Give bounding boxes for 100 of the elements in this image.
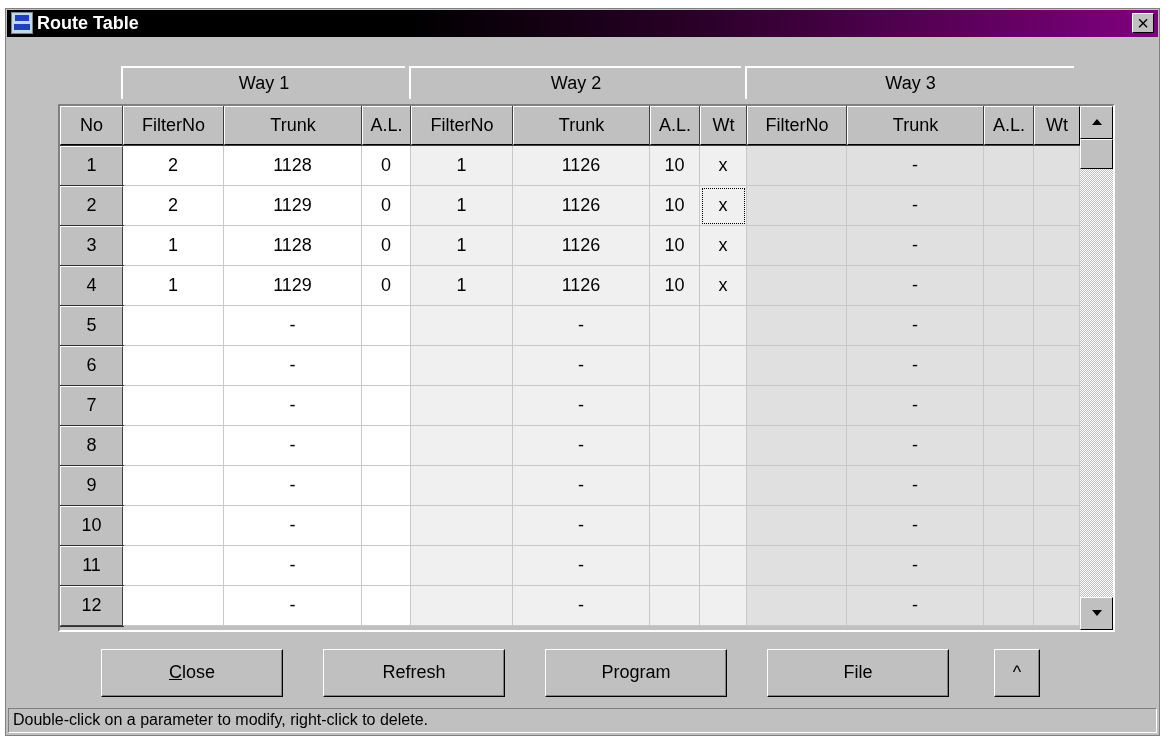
table-cell: 0: [362, 185, 411, 226]
row-header[interactable]: 9: [60, 465, 123, 506]
table-cell: [650, 585, 700, 626]
scrollbar[interactable]: [1080, 105, 1113, 630]
column-header[interactable]: A.L.: [650, 105, 700, 145]
column-header[interactable]: No: [60, 105, 123, 145]
row-header[interactable]: 2: [60, 185, 123, 226]
row-header[interactable]: 4: [60, 265, 123, 306]
table-cell: [650, 545, 700, 586]
row-header[interactable]: 3: [60, 225, 123, 266]
table-cell: [362, 545, 411, 586]
table-cell: 1: [123, 225, 224, 266]
table-cell: 1: [411, 225, 513, 266]
table-cell: [1034, 185, 1080, 226]
table-cell: [362, 585, 411, 626]
table-cell: [1034, 465, 1080, 506]
table-cell: -: [847, 145, 984, 186]
table-cell: [984, 505, 1034, 546]
scroll-up-icon[interactable]: [1080, 105, 1113, 139]
dialog-button[interactable]: Program: [545, 648, 727, 697]
close-icon[interactable]: ×: [1132, 13, 1154, 34]
row-header[interactable]: 7: [60, 385, 123, 426]
table-cell: [984, 305, 1034, 346]
table-cell: -: [513, 465, 650, 506]
group-header: Way 1: [121, 65, 405, 99]
table-cell: -: [224, 585, 362, 626]
table-cell: -: [224, 305, 362, 346]
column-header[interactable]: FilterNo: [123, 105, 224, 145]
table-cell: [650, 465, 700, 506]
row-header[interactable]: 10: [60, 505, 123, 546]
column-header[interactable]: A.L.: [362, 105, 411, 145]
table-cell: -: [847, 425, 984, 466]
table-cell: [362, 465, 411, 506]
table-cell: -: [847, 545, 984, 586]
table-cell: [984, 545, 1034, 586]
table-cell: [1034, 385, 1080, 426]
scroll-thumb[interactable]: [1080, 138, 1113, 169]
window-title: Route Table: [37, 12, 140, 34]
table-cell: 1126: [513, 225, 650, 266]
status-bar: Double-click on a parameter to modify, right-click to delete.: [8, 707, 1157, 733]
table-cell: 1: [411, 185, 513, 226]
column-header[interactable]: Trunk: [224, 105, 362, 145]
table-cell: [650, 305, 700, 346]
table-cell: 1129: [224, 265, 362, 306]
table-cell: [1034, 585, 1080, 626]
table-cell: [1034, 425, 1080, 466]
table-cell: [1034, 225, 1080, 266]
table-cell: -: [513, 545, 650, 586]
dialog-button[interactable]: Close: [101, 648, 283, 697]
row-header[interactable]: 5: [60, 305, 123, 346]
column-header[interactable]: Wt: [700, 105, 747, 145]
column-header[interactable]: Trunk: [847, 105, 984, 145]
column-header[interactable]: FilterNo: [411, 105, 513, 145]
table-cell: [1034, 345, 1080, 386]
row-header[interactable]: 6: [60, 345, 123, 386]
table-cell: 1129: [224, 185, 362, 226]
table-cell: [984, 585, 1034, 626]
table-cell: -: [513, 585, 650, 626]
table-cell: 10: [650, 185, 700, 226]
app-logo-icon: [11, 12, 33, 35]
column-header[interactable]: A.L.: [984, 105, 1034, 145]
table-cell: -: [513, 425, 650, 466]
expand-button[interactable]: ^: [994, 648, 1040, 697]
table-cell: 2: [123, 145, 224, 186]
table-cell: 1128: [224, 145, 362, 186]
row-header[interactable]: 1: [60, 145, 123, 186]
table-cell: [1034, 265, 1080, 306]
table-cell: [984, 345, 1034, 386]
table-cell: [362, 345, 411, 386]
group-header: Way 2: [409, 65, 741, 99]
table-cell: 10: [650, 225, 700, 266]
table-cell: 1126: [513, 265, 650, 306]
table-cell: -: [847, 185, 984, 226]
table-cell: [984, 185, 1034, 226]
group-header: Way 3: [745, 65, 1074, 99]
table-cell: [984, 465, 1034, 506]
table-cell: -: [847, 305, 984, 346]
row-header[interactable]: 8: [60, 425, 123, 466]
table-cell: -: [847, 265, 984, 306]
column-header[interactable]: Wt: [1034, 105, 1080, 145]
table-cell: -: [224, 505, 362, 546]
table-cell: x: [700, 145, 747, 186]
table-cell: -: [513, 305, 650, 346]
table-cell: [650, 505, 700, 546]
table-cell: [1034, 545, 1080, 586]
table-cell: 1: [123, 265, 224, 306]
column-header[interactable]: Trunk: [513, 105, 650, 145]
row-header[interactable]: 11: [60, 545, 123, 586]
table-cell: 1126: [513, 145, 650, 186]
column-header[interactable]: FilterNo: [747, 105, 847, 145]
table-cell: [650, 345, 700, 386]
table-cell: [984, 385, 1034, 426]
table-cell: -: [224, 545, 362, 586]
table-cell: -: [847, 505, 984, 546]
table-cell: [362, 425, 411, 466]
table-cell: -: [224, 385, 362, 426]
dialog-button[interactable]: Refresh: [323, 648, 505, 697]
scroll-down-icon[interactable]: [1080, 596, 1113, 630]
dialog-button[interactable]: File: [767, 648, 949, 697]
row-header[interactable]: 12: [60, 585, 123, 626]
